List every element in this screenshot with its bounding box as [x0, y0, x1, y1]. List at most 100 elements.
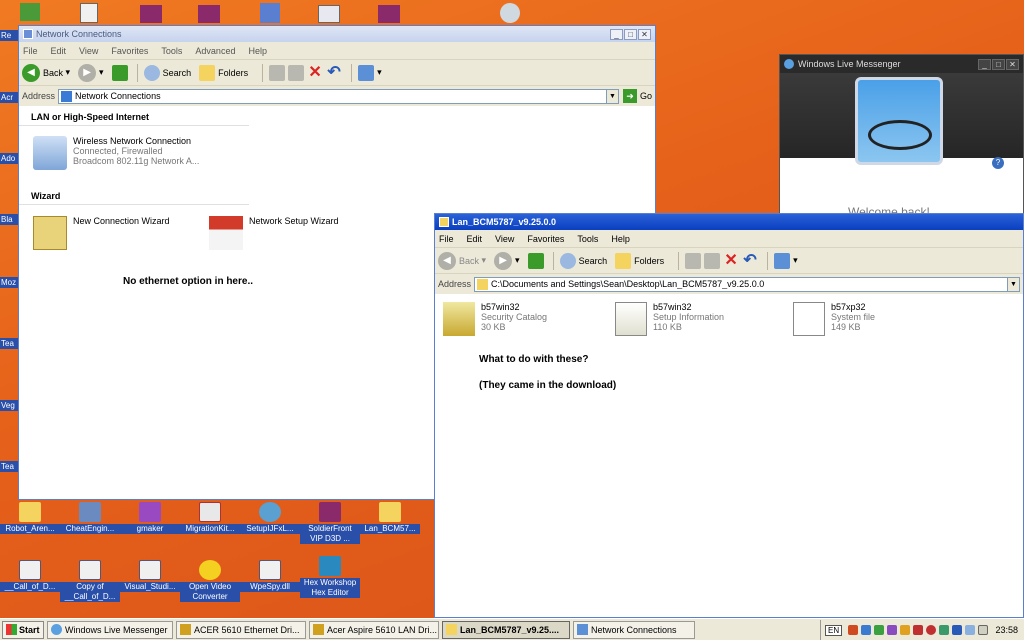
desktop-icon[interactable]: Copy of __Call_of_D... [60, 560, 120, 602]
forward-button[interactable]: ▶ ▾ [494, 251, 520, 270]
desktop-edge-label[interactable]: Ado [0, 153, 20, 164]
search-button[interactable]: Search [143, 64, 191, 81]
menu-tools[interactable]: Tools [161, 46, 182, 56]
start-button[interactable]: Start [2, 620, 44, 639]
desktop-edge-label[interactable]: Veg [0, 400, 20, 411]
desktop-icon[interactable]: gmaker [120, 502, 180, 534]
desktop-edge-label[interactable]: Acr [0, 92, 20, 103]
views-icon[interactable] [358, 64, 375, 81]
tray-app-icon[interactable] [887, 625, 898, 635]
up-folder-icon[interactable] [111, 64, 128, 81]
tray-app-icon[interactable] [926, 625, 937, 635]
desktop-icon-img[interactable] [378, 5, 400, 23]
menu-advanced[interactable]: Advanced [195, 46, 235, 56]
desktop-icon-img[interactable] [318, 5, 340, 23]
address-dropdown[interactable]: ▼ [1007, 277, 1019, 291]
undo-icon[interactable]: ↶ [742, 252, 758, 269]
desktop-icon-img[interactable] [140, 5, 162, 23]
address-input[interactable]: C:\Documents and Settings\Sean\Desktop\L… [474, 276, 1020, 292]
new-connection-wizard-item[interactable]: New Connection Wizard [33, 216, 170, 250]
taskbar-button-browser[interactable]: Acer Aspire 5610 LAN Dri... [309, 620, 439, 639]
up-folder-icon[interactable] [527, 252, 544, 269]
desktop-icon-img[interactable] [80, 3, 98, 23]
desktop-icon[interactable]: __Call_of_D... [0, 560, 60, 592]
copy-to-icon[interactable] [288, 64, 305, 81]
desktop-icon-img[interactable] [260, 3, 280, 23]
menu-favorites[interactable]: Favorites [111, 46, 148, 56]
file-item[interactable]: b57win32 Security Catalog 30 KB [443, 302, 547, 336]
menu-help[interactable]: Help [248, 46, 267, 56]
tray-app-icon[interactable] [939, 625, 950, 635]
move-to-icon[interactable] [269, 64, 286, 81]
network-tray-icon[interactable] [965, 625, 976, 635]
folders-button[interactable]: Folders [615, 252, 664, 269]
desktop-icon[interactable]: SoldierFront VIP D3D ... [300, 502, 360, 544]
menu-file[interactable]: File [23, 46, 38, 56]
desktop-icon[interactable]: CheatEngin... [60, 502, 120, 534]
delete-icon[interactable]: ✕ [307, 64, 323, 81]
desktop-icon[interactable]: Visual_Studi... [120, 560, 180, 592]
forward-button[interactable]: ▶ ▾ [78, 63, 104, 82]
desktop-edge-label[interactable]: Moz [0, 277, 20, 288]
minimize-button[interactable]: _ [978, 58, 991, 70]
wireless-connection-item[interactable]: Wireless Network Connection Connected, F… [33, 136, 199, 170]
maximize-button[interactable]: □ [992, 58, 1005, 70]
desktop-icon-img[interactable] [20, 3, 40, 21]
move-to-icon[interactable] [685, 252, 702, 269]
tray-app-icon[interactable] [913, 625, 924, 635]
menu-favorites[interactable]: Favorites [527, 234, 564, 244]
copy-to-icon[interactable] [704, 252, 721, 269]
desktop-edge-label[interactable]: Tea [0, 461, 20, 472]
address-input[interactable]: Network Connections ▼ [58, 88, 619, 104]
window-titlebar[interactable]: Network Connections _ □ ✕ [19, 26, 655, 42]
menu-tools[interactable]: Tools [577, 234, 598, 244]
menu-file[interactable]: File [439, 234, 454, 244]
menu-view[interactable]: View [495, 234, 514, 244]
lan-folder-window[interactable]: Lan_BCM5787_v9.25.0.0 File Edit View Fav… [434, 213, 1024, 618]
address-dropdown[interactable]: ▼ [605, 89, 618, 103]
menu-edit[interactable]: Edit [51, 46, 67, 56]
volume-icon[interactable] [978, 625, 989, 635]
messenger-titlebar[interactable]: Windows Live Messenger _ □ ✕ [780, 55, 1023, 73]
tray-app-icon[interactable] [874, 625, 885, 635]
display-picture[interactable] [855, 77, 943, 165]
messenger-window[interactable]: Windows Live Messenger _ □ ✕ ? Welcome b… [779, 54, 1024, 214]
desktop-icon[interactable]: Open Video Converter [180, 560, 240, 602]
back-button[interactable]: ◀ Back ▾ [438, 251, 486, 270]
delete-icon[interactable]: ✕ [723, 252, 739, 269]
menu-edit[interactable]: Edit [467, 234, 483, 244]
window-titlebar[interactable]: Lan_BCM5787_v9.25.0.0 [435, 214, 1023, 230]
desktop-icon[interactable]: Hex Workshop Hex Editor [300, 556, 360, 598]
desktop-icon-img[interactable] [198, 5, 220, 23]
taskbar-button-browser[interactable]: ACER 5610 Ethernet Dri... [176, 620, 306, 639]
taskbar-button-messenger[interactable]: Windows Live Messenger [47, 620, 173, 639]
desktop-icon-img[interactable] [500, 3, 520, 23]
tray-app-icon[interactable] [861, 625, 872, 635]
taskbar-button-network-connections[interactable]: Network Connections [573, 620, 695, 639]
close-button[interactable]: ✕ [1006, 58, 1019, 70]
go-button[interactable]: ➜ Go [622, 89, 652, 103]
tray-app-icon[interactable] [900, 625, 911, 635]
back-button[interactable]: ◀ Back ▾ [22, 63, 70, 82]
folders-button[interactable]: Folders [199, 64, 248, 81]
tray-app-icon[interactable] [952, 625, 963, 635]
close-button[interactable]: ✕ [638, 28, 651, 40]
undo-icon[interactable]: ↶ [326, 64, 342, 81]
desktop-icon[interactable]: Lan_BCM57... [360, 502, 420, 534]
desktop-edge-label[interactable]: Bla [0, 214, 20, 225]
language-indicator[interactable]: EN [825, 624, 843, 636]
network-setup-wizard-item[interactable]: Network Setup Wizard [209, 216, 339, 250]
desktop-icon[interactable]: Robot_Aren... [0, 502, 60, 534]
desktop-icon[interactable]: SetupIJFxL... [240, 502, 300, 534]
file-item[interactable]: b57xp32 System file 149 KB [793, 302, 875, 336]
views-icon[interactable] [774, 252, 791, 269]
clock[interactable]: 23:58 [995, 625, 1018, 635]
help-icon[interactable]: ? [992, 157, 1004, 169]
file-item[interactable]: b57win32 Setup Information 110 KB [615, 302, 724, 336]
minimize-button[interactable]: _ [610, 28, 623, 40]
maximize-button[interactable]: □ [624, 28, 637, 40]
tray-app-icon[interactable] [848, 625, 859, 635]
desktop-icon[interactable]: MigrationKit... [180, 502, 240, 534]
desktop-edge-label[interactable]: Re [0, 30, 20, 41]
desktop-icon[interactable]: WpeSpy.dll [240, 560, 300, 592]
